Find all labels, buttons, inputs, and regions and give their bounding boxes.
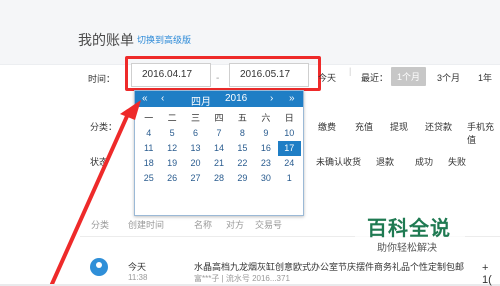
calendar-day[interactable]: 22: [231, 156, 254, 171]
page-title: 我的账单: [78, 32, 134, 48]
col-name[interactable]: 名称: [194, 218, 212, 231]
calendar-day[interactable]: 30: [254, 171, 277, 186]
calendar-header: « ‹ 四月 2016 › »: [135, 91, 303, 108]
type-withdraw[interactable]: 提现: [390, 120, 408, 133]
quick-1-month[interactable]: 1个月: [391, 67, 427, 86]
weekday-3: 四: [214, 113, 224, 123]
switch-advanced-link[interactable]: 切换到高级版: [137, 33, 191, 46]
row-subtitle: 富***子 | 流水号 2016...371: [194, 274, 290, 283]
status-unconfirmed[interactable]: 未确认收货: [316, 155, 361, 168]
calendar-day[interactable]: 15: [231, 141, 254, 156]
status-refund[interactable]: 退款: [376, 155, 394, 168]
col-trade-no[interactable]: 交易号: [255, 218, 282, 231]
calendar-day[interactable]: 14: [207, 141, 230, 156]
type-payment[interactable]: 缴费: [318, 120, 336, 133]
next-year-button[interactable]: »: [289, 93, 295, 104]
calendar-day[interactable]: 6: [184, 126, 207, 141]
calendar-day[interactable]: 5: [160, 126, 183, 141]
weekday-5: 六: [261, 113, 271, 123]
calendar-day[interactable]: 24: [278, 156, 301, 171]
calendar-day[interactable]: 25: [137, 171, 160, 186]
calendar-day[interactable]: 12: [160, 141, 183, 156]
col-created[interactable]: 创建时间: [128, 218, 164, 231]
calendar-day[interactable]: 26: [160, 171, 183, 186]
row-title[interactable]: 水晶高档九龙烟灰缸创意欧式办公室节庆摆件商务礼品个性定制包邮: [194, 260, 464, 273]
type-mobile-recharge[interactable]: 手机充值: [467, 120, 500, 146]
calendar-day[interactable]: 29: [231, 171, 254, 186]
next-month-button[interactable]: ›: [270, 93, 273, 104]
date-highlight-box: [125, 56, 321, 91]
type-recharge[interactable]: 充值: [355, 120, 373, 133]
year-label[interactable]: 2016: [225, 93, 247, 104]
prev-year-button[interactable]: «: [142, 93, 148, 104]
bill-page: 我的账单 切换到高级版 时间： 2016.04.17 - 2016.05.17 …: [0, 0, 500, 286]
row-amount: + 1(: [482, 262, 492, 286]
row-time: 11:38: [128, 273, 148, 282]
col-category[interactable]: 分类: [91, 218, 109, 231]
calendar-day[interactable]: 28: [207, 171, 230, 186]
month-label[interactable]: 四月: [191, 93, 211, 108]
user-avatar-icon: [90, 258, 108, 276]
weekday-0: 一: [144, 113, 154, 123]
calendar-day[interactable]: 23: [254, 156, 277, 171]
today-button[interactable]: 今天: [318, 71, 336, 84]
status-success[interactable]: 成功: [415, 155, 433, 168]
calendar-grid: 一二三四五六日 4 5 6 7 8 9 10 11 12 13 14 15 16 17 18 19 20 21 22 2…: [135, 107, 303, 190]
calendar-day[interactable]: 8: [231, 126, 254, 141]
row-date: 今天: [128, 262, 147, 272]
watermark-slogan: 助你轻松解决: [377, 243, 437, 254]
calendar-day[interactable]: 20: [184, 156, 207, 171]
calendar-day[interactable]: 13: [184, 141, 207, 156]
date-picker-popup: « ‹ 四月 2016 › » 一二三四五六日 4 5 6 7 8 9 10 11 12 13 14 1…: [134, 90, 304, 216]
recent-label: 最近：: [361, 73, 389, 83]
status-failed[interactable]: 失败: [448, 155, 466, 168]
calendar-day[interactable]: 9: [254, 126, 277, 141]
calendar-day[interactable]: 1: [278, 171, 301, 186]
quick-1-year[interactable]: 1年: [478, 71, 492, 84]
calendar-day[interactable]: 4: [137, 126, 160, 141]
calendar-day[interactable]: 17: [277, 141, 301, 156]
calendar-day[interactable]: 11: [137, 141, 160, 156]
calendar-day[interactable]: 18: [137, 156, 160, 171]
prev-month-button[interactable]: ‹: [161, 93, 164, 104]
col-counterparty[interactable]: 对方: [226, 218, 244, 231]
type-loan[interactable]: 还贷款: [425, 120, 452, 133]
calendar-day[interactable]: 19: [160, 156, 183, 171]
watermark-logo: 百科全说: [367, 218, 451, 240]
weekday-4: 五: [237, 113, 247, 123]
calendar-day[interactable]: 16: [254, 141, 277, 156]
calendar-day[interactable]: 21: [207, 156, 230, 171]
calendar-day[interactable]: 27: [184, 171, 207, 186]
weekday-6: 日: [284, 113, 294, 123]
time-label: 时间：: [88, 74, 116, 84]
calendar-day[interactable]: 10: [278, 126, 301, 141]
status-label: 状态: [90, 157, 109, 167]
divider: |: [349, 66, 352, 76]
weekday-2: 三: [191, 113, 201, 123]
calendar-day[interactable]: 7: [207, 126, 230, 141]
weekday-1: 二: [167, 113, 177, 123]
type-label: 分类：: [90, 122, 118, 132]
quick-3-months[interactable]: 3个月: [437, 71, 460, 84]
